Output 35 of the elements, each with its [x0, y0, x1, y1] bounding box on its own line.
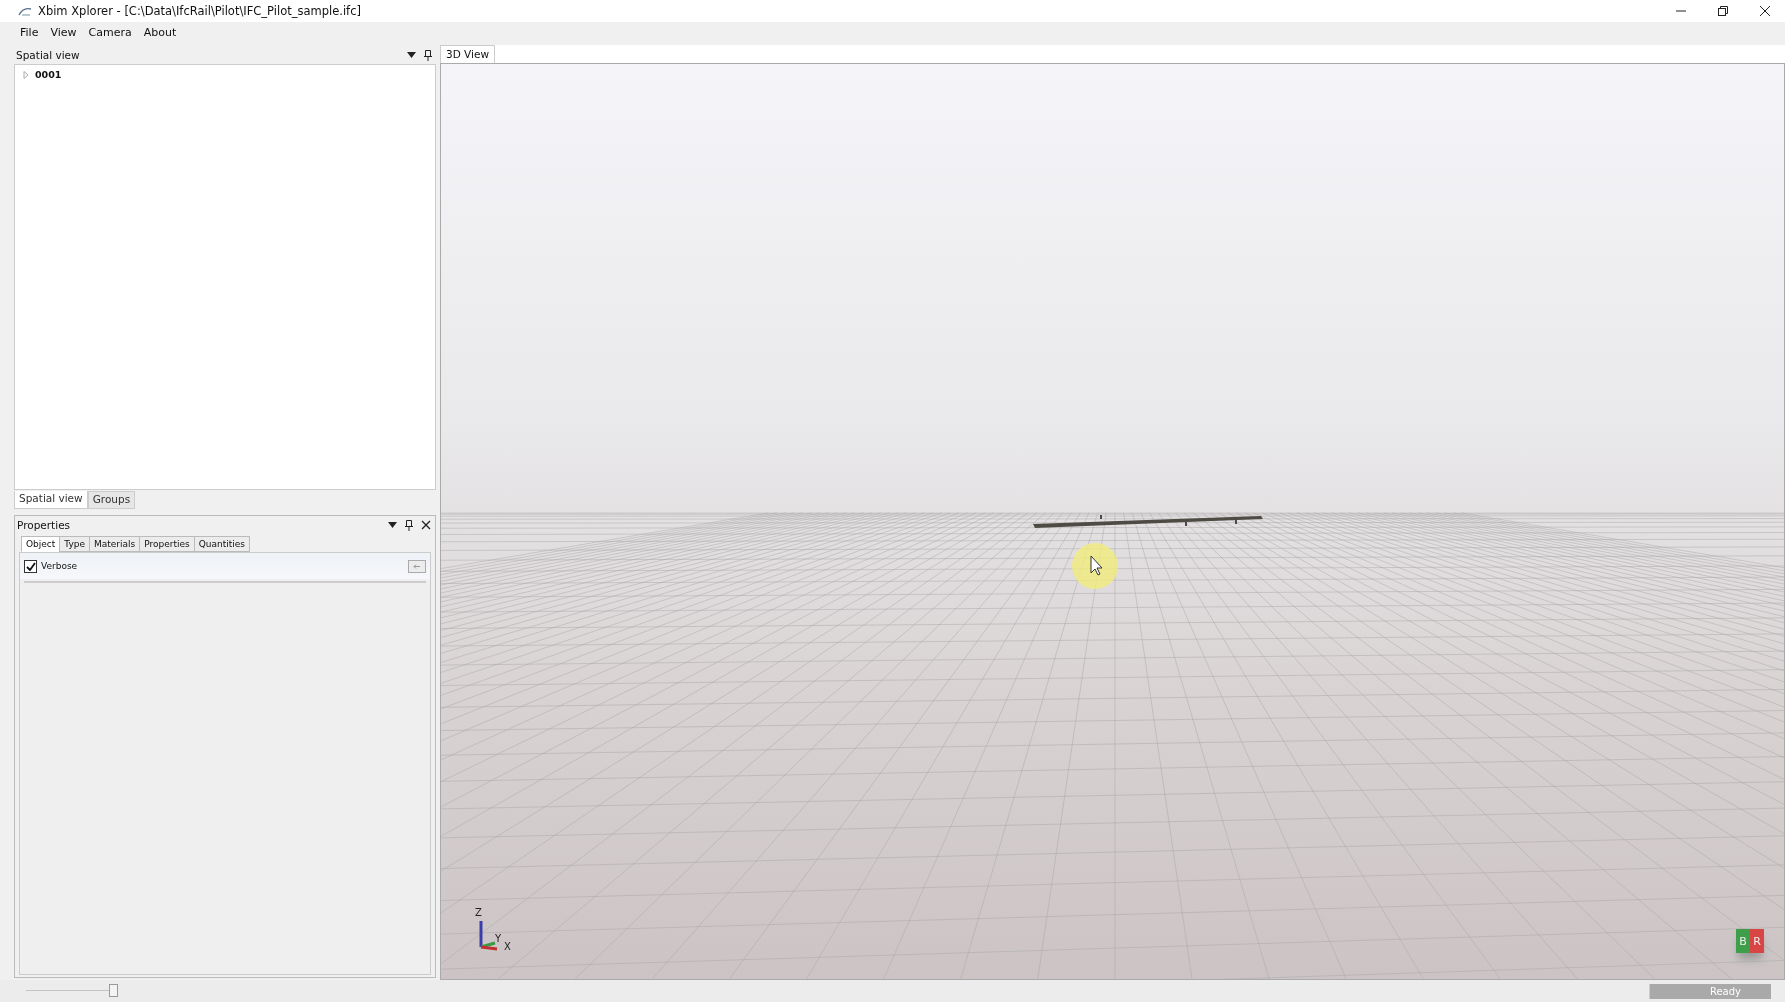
pointer-cursor-icon	[1071, 542, 1119, 590]
close-icon[interactable]	[421, 520, 431, 530]
tree-item[interactable]: 0001	[35, 69, 62, 80]
properties-tab[interactable]: Type	[59, 536, 90, 552]
view-tab[interactable]: 3D View	[440, 45, 496, 63]
window-title: Xbim Xplorer - [C:\Data\IfcRail\Pilot\IFC_Pilot_sample.ifc]	[38, 4, 361, 18]
panel-title: Spatial view	[16, 49, 80, 61]
menu-item[interactable]: File	[20, 25, 39, 39]
panel-tab[interactable]: Spatial view	[14, 491, 88, 509]
menu-item[interactable]: About	[143, 25, 177, 39]
view-cube[interactable]: B R	[1736, 929, 1764, 953]
properties-tab[interactable]: Properties	[139, 536, 195, 552]
pin-icon[interactable]	[405, 519, 413, 531]
axis-label: Z	[475, 907, 482, 918]
dropdown-icon[interactable]	[407, 52, 416, 58]
properties-tab[interactable]: Materials	[89, 536, 141, 552]
dropdown-icon[interactable]	[388, 522, 397, 528]
pin-icon[interactable]	[424, 49, 432, 61]
app-logo-icon	[18, 6, 32, 16]
properties-tab[interactable]: Object	[21, 536, 61, 552]
menu-item[interactable]: View	[50, 25, 77, 39]
axis-label: X	[504, 941, 511, 952]
axis-label: Y	[495, 933, 502, 944]
status-text: Ready	[1648, 983, 1771, 999]
3d-viewport[interactable]: Z Y X B R	[440, 63, 1785, 980]
cube-face[interactable]: R	[1750, 929, 1764, 953]
properties-tab[interactable]: Quantities	[193, 536, 251, 552]
checkbox-label: Verbose	[41, 561, 78, 571]
checkbox[interactable]	[24, 559, 37, 573]
panel-title: Properties	[17, 519, 71, 531]
panel-tab[interactable]: Groups	[87, 491, 136, 509]
restore-icon[interactable]	[1717, 5, 1729, 17]
zoom-slider[interactable]	[26, 984, 118, 998]
menu-item[interactable]: Camera	[88, 25, 132, 39]
close-icon[interactable]	[1759, 5, 1771, 17]
